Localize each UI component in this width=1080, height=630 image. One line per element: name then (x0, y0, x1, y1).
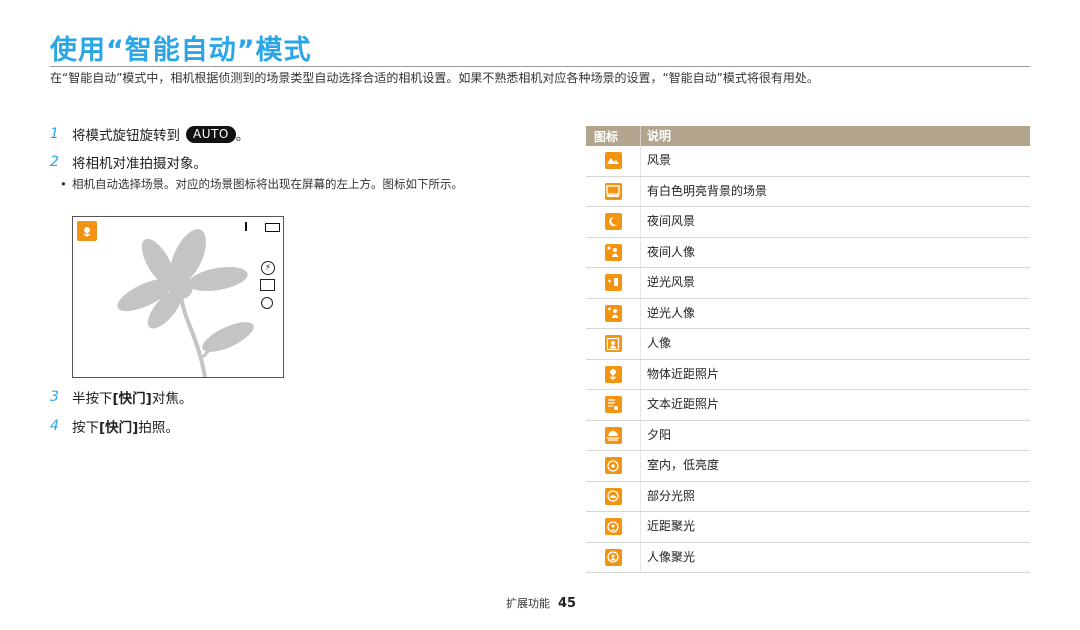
icon-cell (586, 304, 640, 322)
close-spotlight-icon (604, 518, 622, 536)
step-number: 1 (50, 126, 59, 142)
table-row: 人像聚光 (586, 542, 1030, 573)
table-row: 夕阳 (586, 420, 1030, 451)
night-landscape-icon (604, 213, 622, 231)
object-macro-icon (604, 365, 622, 383)
scene-description: 夕阳 (640, 420, 671, 450)
step-number: 4 (50, 418, 59, 434)
page-title: 使用“智能自动”模式 (50, 35, 312, 66)
page-footer: 扩展功能 45 (506, 595, 576, 611)
scene-description: 人像聚光 (640, 542, 695, 572)
icon-cell (586, 274, 640, 292)
scene-icon-table: 图标 说明 风景 有白色明亮背景的场景 夜间风景 夜间人像 逆光风景 逆光人像 人像 物体近距… (586, 126, 1030, 573)
step-text-pre: 半按下 (72, 391, 113, 407)
icon-cell (586, 365, 640, 383)
title-divider (50, 66, 1030, 67)
icon-cell (586, 335, 640, 353)
step-number: 2 (50, 154, 59, 170)
header-desc-column: 说明 (640, 126, 671, 146)
step-3: 3 半按下 [快门] 对焦。 (50, 387, 192, 407)
scene-description: 室内，低亮度 (640, 451, 719, 481)
step-text-post: 拍照。 (138, 420, 179, 436)
flower-illustration (117, 229, 254, 378)
bullet-dot: • (60, 177, 67, 191)
scene-description: 人像 (640, 329, 671, 359)
step-number: 3 (50, 389, 59, 405)
portrait-icon (604, 335, 622, 353)
icon-cell (586, 396, 640, 414)
backlit-portrait-icon (604, 304, 622, 322)
portrait-spotlight-icon (604, 548, 622, 566)
scene-description: 部分光照 (640, 481, 695, 511)
scene-description: 逆光风景 (640, 268, 695, 298)
icon-cell (586, 457, 640, 475)
scene-description: 风景 (640, 146, 671, 176)
zoom-icon (261, 297, 273, 309)
header-icon-column: 图标 (594, 129, 619, 144)
scene-description: 夜间人像 (640, 237, 695, 267)
table-row: 近距聚光 (586, 512, 1030, 543)
table-row: 人像 (586, 329, 1030, 360)
table-row: 风景 (586, 146, 1030, 177)
icon-cell (586, 243, 640, 261)
icon-cell (586, 152, 640, 170)
table-row: 夜间风景 (586, 207, 1030, 238)
scene-description: 有白色明亮背景的场景 (640, 176, 767, 206)
night-portrait-icon (604, 243, 622, 261)
scene-icon-indicator (77, 221, 97, 241)
scene-description: 物体近距照片 (640, 359, 719, 389)
step-1: 1 将模式旋钮旋转到 AUTO 。 (50, 124, 249, 144)
table-row: 逆光风景 (586, 268, 1030, 299)
camera-screen-illustration: ⚡ (72, 216, 284, 378)
object-macro-icon (77, 221, 97, 241)
sunset-icon (604, 426, 622, 444)
text-macro-icon (604, 396, 622, 414)
bullet-note: • 相机自动选择场景。对应的场景图标将出现在屏幕的左上方。图标如下所示。 (60, 176, 512, 192)
indoor-low-light-icon (604, 457, 622, 475)
icon-cell (586, 213, 640, 231)
table-row: 有白色明亮背景的场景 (586, 176, 1030, 207)
icon-cell (586, 548, 640, 566)
step-text-pre: 按下 (72, 420, 99, 436)
step-text: 将相机对准拍摄对象。 (72, 156, 207, 172)
table-row: 逆光人像 (586, 298, 1030, 329)
white-background-icon (604, 182, 622, 200)
scene-description: 文本近距照片 (640, 390, 719, 420)
shot-count-icon (245, 222, 247, 231)
landscape-icon (604, 152, 622, 170)
table-row: 部分光照 (586, 481, 1030, 512)
bullet-text: 相机自动选择场景。对应的场景图标将出现在屏幕的左上方。图标如下所示。 (72, 177, 463, 191)
footer-section: 扩展功能 (506, 597, 550, 610)
table-row: 物体近距照片 (586, 359, 1030, 390)
partial-light-icon (604, 487, 622, 505)
flash-icon: ⚡ (261, 261, 275, 275)
step-text: 将模式旋钮旋转到 (72, 128, 180, 144)
icon-cell (586, 426, 640, 444)
scene-description: 近距聚光 (640, 512, 695, 542)
shutter-key-label: [快门] (99, 420, 139, 436)
step-suffix: 。 (235, 128, 250, 144)
step-2: 2 将相机对准拍摄对象。 (50, 152, 207, 172)
backlit-landscape-icon (604, 274, 622, 292)
step-text-post: 对焦。 (151, 391, 193, 407)
icon-cell (586, 487, 640, 505)
intro-text: 在“智能自动”模式中，相机根据侦测到的场景类型自动选择合适的相机设置。如果不熟悉… (50, 71, 819, 85)
shutter-key-label: [快门] (112, 391, 152, 407)
step-4: 4 按下 [快门] 拍照。 (50, 416, 179, 436)
icon-cell (586, 182, 640, 200)
scene-description: 夜间风景 (640, 207, 695, 237)
icon-cell (586, 518, 640, 536)
scene-description: 逆光人像 (640, 298, 695, 328)
table-row: 文本近距照片 (586, 390, 1030, 421)
auto-mode-badge: AUTO (186, 125, 236, 143)
table-row: 室内，低亮度 (586, 451, 1030, 482)
table-row: 夜间人像 (586, 237, 1030, 268)
table-header: 图标 说明 (586, 126, 1030, 146)
table-body: 风景 有白色明亮背景的场景 夜间风景 夜间人像 逆光风景 逆光人像 人像 物体近距照片 文本近距… (586, 146, 1030, 573)
battery-icon (265, 223, 280, 232)
resolution-icon (260, 279, 275, 291)
page-number: 45 (558, 596, 577, 611)
